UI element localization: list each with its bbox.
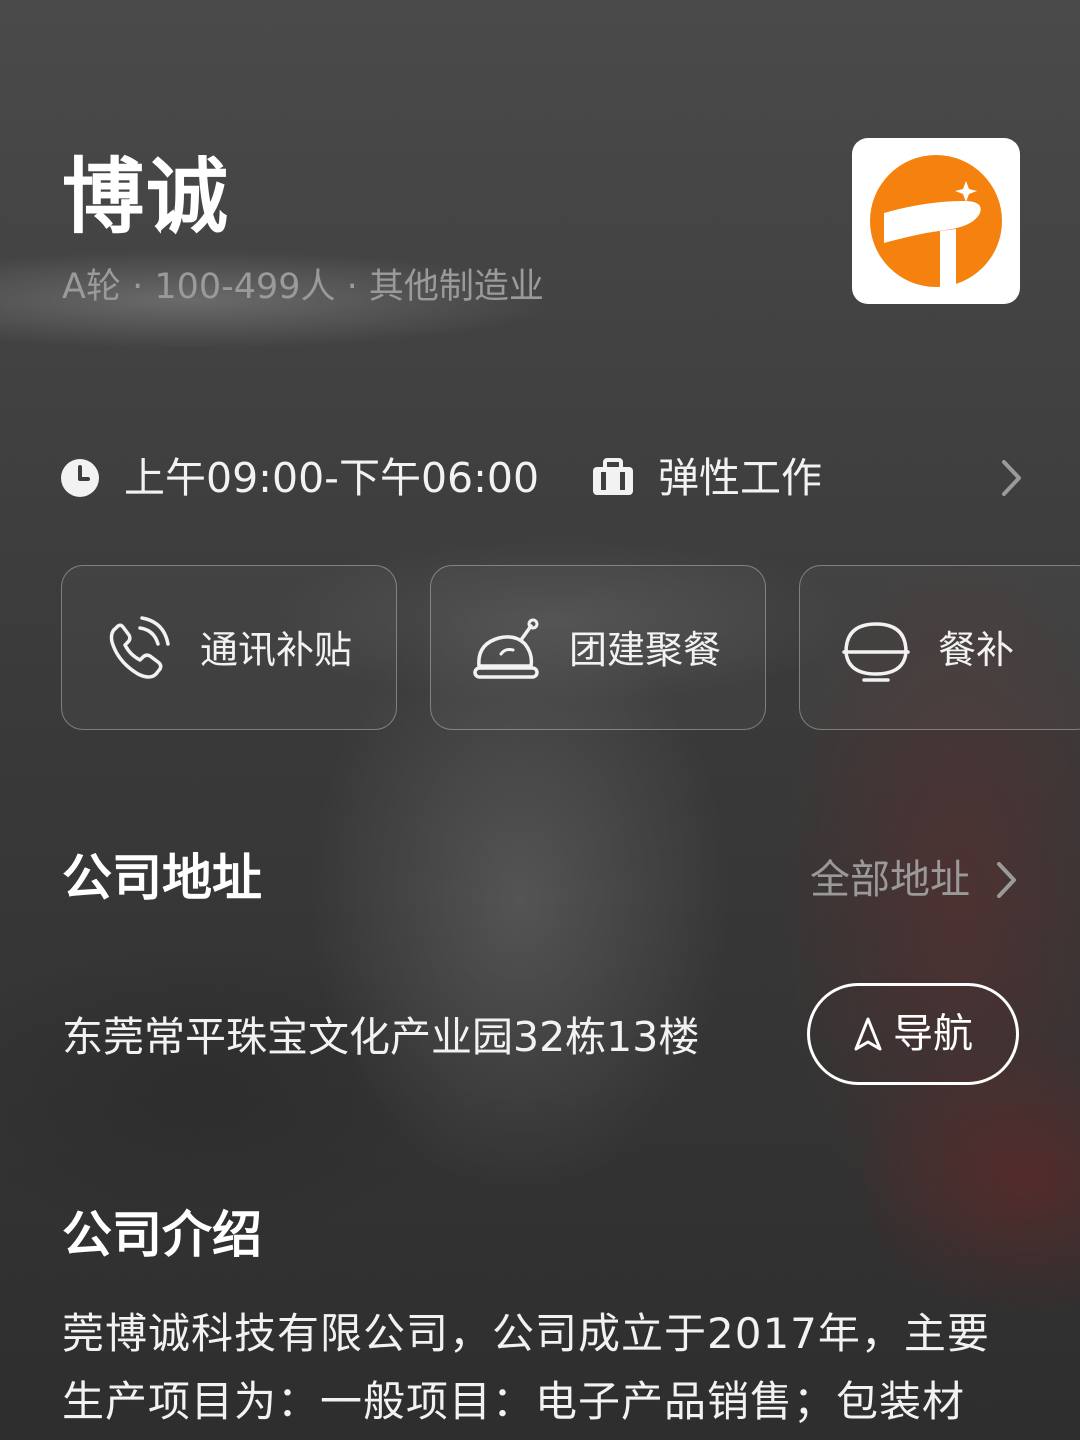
clock-icon: [61, 459, 99, 497]
intro-section-title: 公司介绍: [62, 1206, 262, 1264]
company-logo: [852, 138, 1020, 304]
navigate-label: 导航: [893, 1011, 973, 1057]
benefit-card-phone[interactable]: 通讯补贴: [61, 565, 397, 730]
briefcase-icon: [593, 458, 633, 495]
chevron-right-icon[interactable]: [994, 860, 1020, 900]
benefit-card-meal[interactable]: 餐补: [799, 565, 1080, 730]
phone-icon: [109, 616, 170, 679]
benefit-card-team-dinner[interactable]: 团建聚餐: [430, 565, 766, 730]
company-logo-icon: [870, 155, 1002, 291]
company-name: 博诚: [62, 150, 231, 245]
benefit-label-meal: 餐补: [938, 628, 1015, 672]
rice-bowl-icon: [842, 622, 910, 682]
worktime-row[interactable]: 上午09:00-下午06:00 弹性工作: [60, 448, 1025, 508]
address-text: 东莞常平珠宝文化产业园32栋13楼: [62, 1013, 700, 1061]
navigation-arrow-icon: [854, 1017, 882, 1051]
benefit-label-team-dinner: 团建聚餐: [569, 628, 722, 672]
intro-text: 莞博诚科技有限公司，公司成立于2017年，主要生产项目为：一般项目：电子产品销售…: [62, 1309, 990, 1426]
chevron-right-icon: [1002, 460, 1021, 496]
company-meta: A轮 · 100-499人 · 其他制造业: [62, 267, 544, 307]
address-section-title: 公司地址: [62, 849, 262, 907]
navigate-button[interactable]: 导航: [807, 983, 1019, 1085]
work-type: 弹性工作: [658, 454, 822, 502]
all-addresses-link[interactable]: 全部地址: [810, 852, 970, 908]
work-hours: 上午09:00-下午06:00: [124, 454, 540, 502]
roast-chicken-icon: [473, 618, 539, 679]
benefit-label-phone: 通讯补贴: [200, 628, 353, 672]
